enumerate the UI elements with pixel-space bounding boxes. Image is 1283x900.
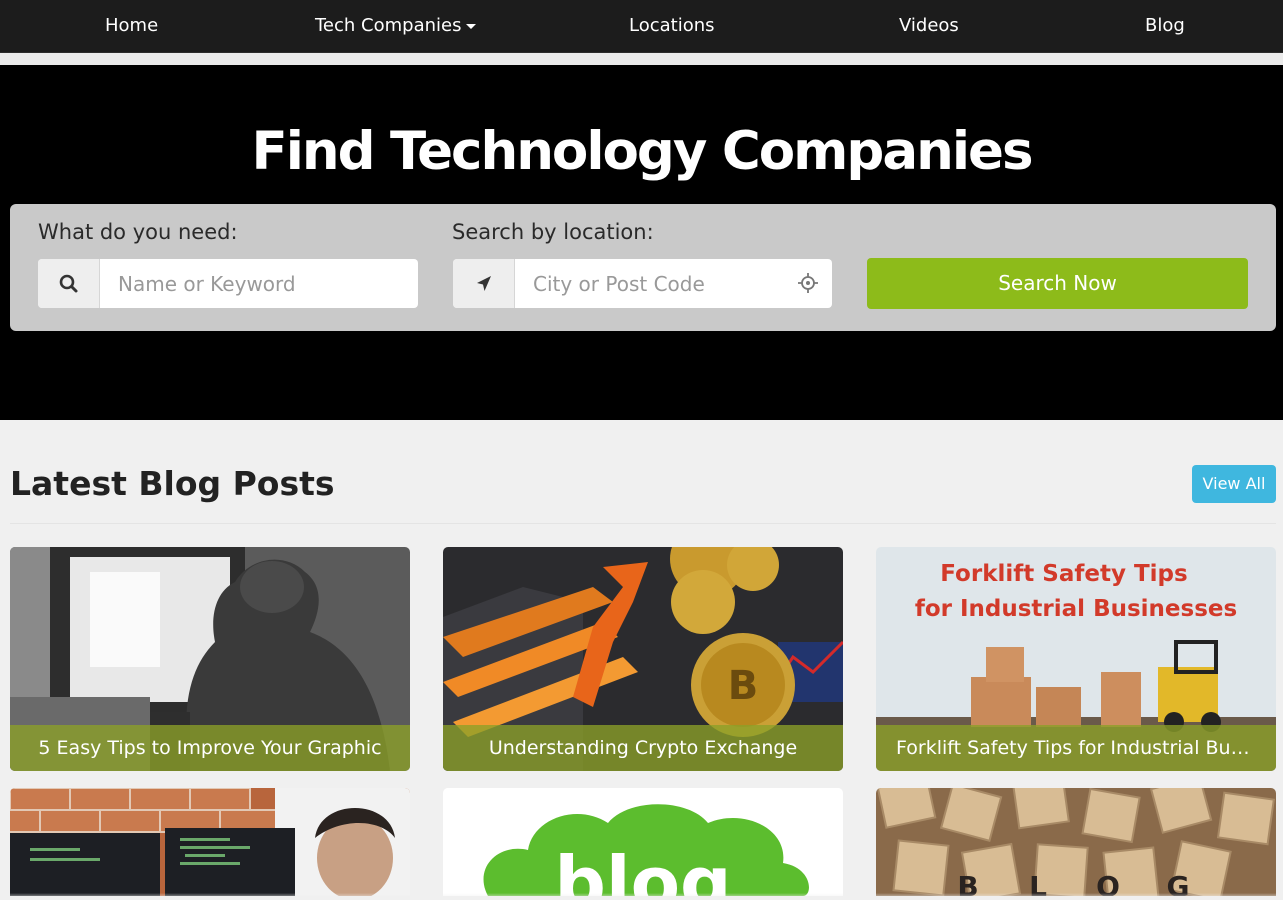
section-divider [10,523,1276,524]
keyword-input-group [38,259,418,308]
blog-card-title: 5 Easy Tips to Improve Your Graphic [10,725,410,771]
nav-home[interactable]: Home [105,14,158,38]
blog-card-forklift-safety[interactable]: Forklift Safety Tips for Industrial Busi… [876,547,1276,771]
crosshair-icon[interactable] [798,273,818,297]
bottom-fade [0,893,1283,900]
search-now-button[interactable]: Search Now [867,258,1248,309]
location-label: Search by location: [452,220,654,244]
search-icon [38,259,100,308]
search-panel: What do you need: Search by location: [10,204,1276,331]
top-navbar: Home Tech Companies Locations Videos Blo… [0,0,1283,53]
latest-blog-posts-heading: Latest Blog Posts [10,464,335,503]
nav-tech-companies[interactable]: Tech Companies [315,14,477,38]
nav-locations[interactable]: Locations [629,14,715,38]
need-label: What do you need: [38,220,238,244]
blog-card-wood-tiles[interactable]: B L O G [876,788,1276,896]
location-input-group [453,259,832,308]
blog-card-blog-cloud[interactable]: blog [443,788,843,896]
blog-card-coding[interactable] [10,788,410,896]
blog-card-graphic-tips[interactable]: 5 Easy Tips to Improve Your Graphic [10,547,410,771]
keyword-input[interactable] [100,259,418,308]
blog-card-title: Forklift Safety Tips for Industrial Busi… [876,725,1276,771]
hero-banner: Find Technology Companies What do you ne… [0,65,1283,420]
blog-card-crypto-exchange[interactable]: B Understanding Crypto Exchange [443,547,843,771]
blog-card-image: blog [443,788,843,896]
blog-cloud-word: blog [554,841,731,896]
blog-card-image [10,788,410,896]
caret-down-icon [466,23,477,29]
nav-spacer [0,53,1283,65]
hero-title: Find Technology Companies [251,121,1034,182]
forklift-image-heading: Forklift Safety Tips for Industrial Busi… [876,557,1276,627]
blog-card-image: B L O G [876,788,1276,896]
location-arrow-icon [453,259,515,308]
forklift-image-heading-line-1: Forklift Safety Tips [940,561,1188,587]
forklift-image-heading-line-2: for Industrial Businesses [914,596,1238,622]
location-input[interactable] [515,259,832,308]
nav-tech-companies-label: Tech Companies [315,15,462,36]
blog-card-title: Understanding Crypto Exchange [443,725,843,771]
nav-blog[interactable]: Blog [1145,14,1185,38]
svg-text:B: B [728,663,759,709]
nav-videos[interactable]: Videos [899,14,959,38]
view-all-button[interactable]: View All [1192,465,1276,503]
